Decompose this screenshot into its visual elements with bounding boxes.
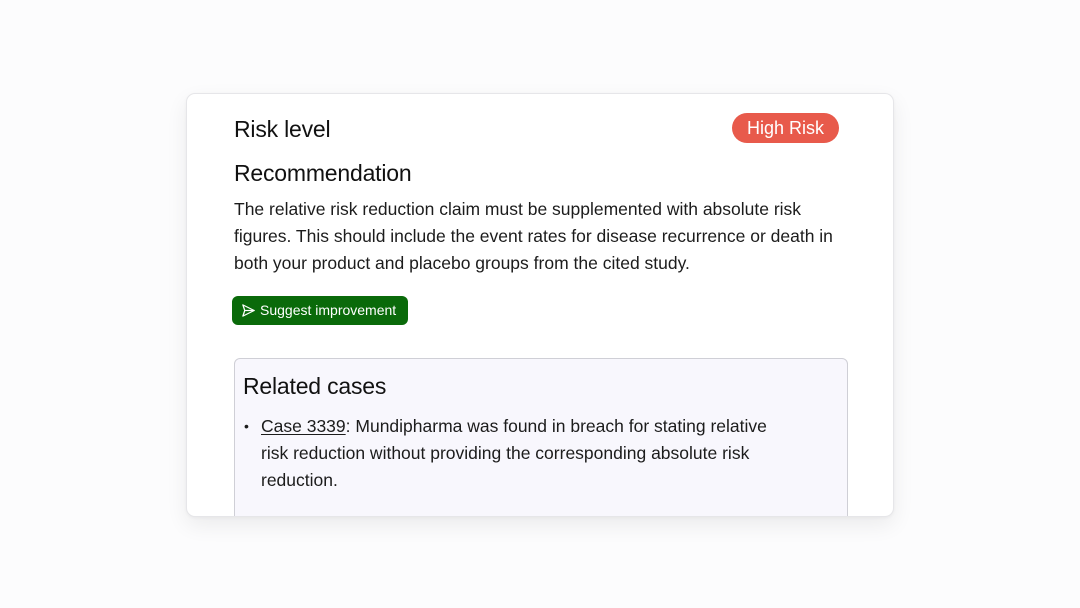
- related-cases-heading: Related cases: [243, 373, 387, 399]
- suggest-improvement-button[interactable]: Suggest improvement: [232, 296, 409, 325]
- list-item: • Case 3339: Mundipharma was found in bre…: [235, 413, 795, 494]
- related-cases-panel: Related cases • Case 3339: Mundipharma wa…: [234, 358, 848, 516]
- case-link[interactable]: Case 3339: [261, 416, 346, 436]
- suggest-improvement-label: Suggest improvement: [260, 302, 397, 318]
- recommendation-heading: Recommendation: [234, 160, 412, 186]
- send-icon: [240, 303, 256, 319]
- recommendation-card: Risk level High Risk Recommendation The …: [186, 93, 894, 517]
- bullet-icon: •: [244, 418, 249, 434]
- related-cases-list: • Case 3339: Mundipharma was found in bre…: [235, 413, 795, 494]
- recommendation-text: The relative risk reduction claim must b…: [234, 199, 833, 273]
- risk-level-heading: Risk level: [234, 116, 331, 142]
- risk-level-row: Risk level High Risk: [234, 113, 839, 145]
- risk-level-badge: High Risk: [731, 113, 839, 143]
